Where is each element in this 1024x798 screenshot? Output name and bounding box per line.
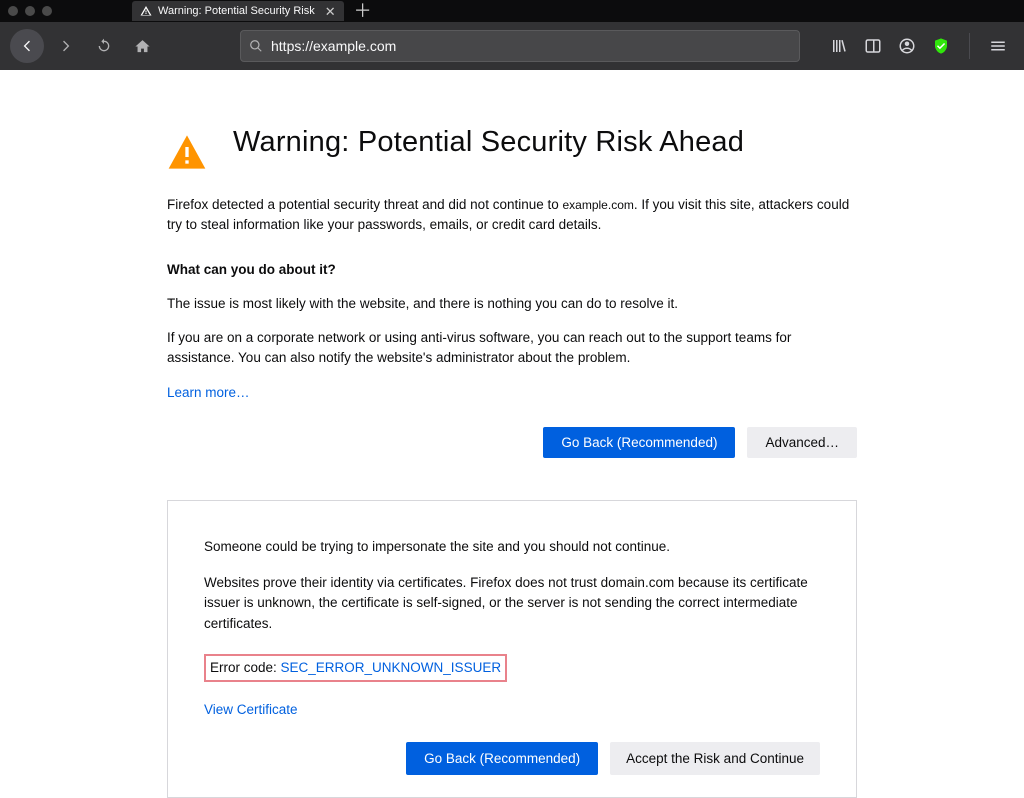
intro-pre: Firefox detected a potential security th…: [167, 197, 563, 212]
sidebar-icon[interactable]: [863, 36, 883, 56]
warning-icon: [140, 5, 152, 17]
advanced-panel: Someone could be trying to impersonate t…: [167, 500, 857, 798]
protection-shield-icon[interactable]: [931, 36, 951, 56]
close-window-dot[interactable]: [8, 6, 18, 16]
error-page: Warning: Potential Security Risk Ahead F…: [0, 70, 1024, 798]
advanced-p2: Websites prove their identity via certif…: [204, 573, 820, 634]
url-text: https://example.com: [271, 38, 396, 54]
new-tab-button[interactable]: ＋: [354, 2, 372, 20]
go-back-button-advanced[interactable]: Go Back (Recommended): [406, 742, 598, 775]
menu-icon[interactable]: [988, 36, 1008, 56]
error-code-box: Error code: SEC_ERROR_UNKNOWN_ISSUER: [204, 654, 507, 682]
advanced-button[interactable]: Advanced…: [747, 427, 857, 458]
maximize-window-dot[interactable]: [42, 6, 52, 16]
view-certificate-link[interactable]: View Certificate: [204, 700, 298, 720]
library-icon[interactable]: [829, 36, 849, 56]
account-icon[interactable]: [897, 36, 917, 56]
address-bar[interactable]: https://example.com: [240, 30, 800, 62]
accept-risk-button[interactable]: Accept the Risk and Continue: [610, 742, 820, 775]
page-title: Warning: Potential Security Risk Ahead: [233, 126, 744, 159]
paragraph-2: The issue is most likely with the websit…: [167, 294, 857, 314]
go-back-button[interactable]: Go Back (Recommended): [543, 427, 735, 458]
minimize-window-dot[interactable]: [25, 6, 35, 16]
tab-bar: Warning: Potential Security Risk ✕ ＋: [0, 0, 1024, 22]
intro-paragraph: Firefox detected a potential security th…: [167, 195, 857, 236]
reload-button[interactable]: [88, 30, 120, 62]
tab-title: Warning: Potential Security Risk: [158, 5, 315, 17]
browser-tab[interactable]: Warning: Potential Security Risk ✕: [132, 1, 344, 21]
warning-triangle-icon: [167, 132, 207, 177]
advanced-p1: Someone could be trying to impersonate t…: [204, 537, 820, 557]
home-button[interactable]: [126, 30, 158, 62]
intro-domain: example.com: [563, 198, 634, 212]
learn-more-link[interactable]: Learn more…: [167, 385, 250, 400]
browser-toolbar: https://example.com: [0, 22, 1024, 70]
forward-button[interactable]: [50, 30, 82, 62]
window-controls[interactable]: [8, 6, 52, 16]
toolbar-divider: [969, 33, 970, 59]
paragraph-3: If you are on a corporate network or usi…: [167, 328, 857, 369]
error-code-label: Error code:: [210, 660, 281, 675]
sub-heading: What can you do about it?: [167, 260, 857, 280]
close-tab-icon[interactable]: ✕: [325, 5, 336, 18]
search-icon: [249, 39, 263, 53]
error-code-value: SEC_ERROR_UNKNOWN_ISSUER: [281, 660, 502, 675]
back-button[interactable]: [10, 29, 44, 63]
